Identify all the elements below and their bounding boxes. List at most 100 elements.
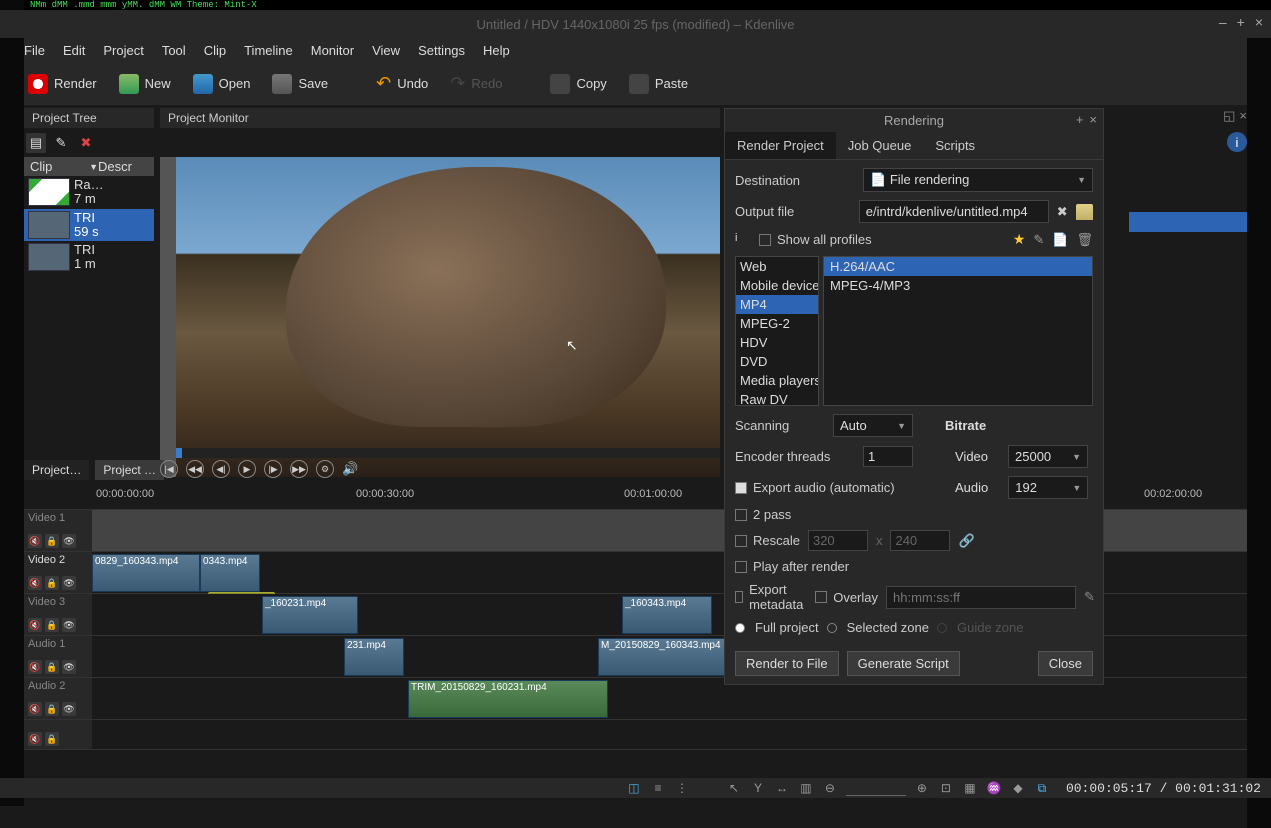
- monitor-preview[interactable]: ↖: [160, 157, 720, 477]
- new-profile-icon[interactable]: 📄: [1052, 232, 1068, 248]
- paste-button[interactable]: Paste: [625, 72, 692, 96]
- maximize-icon[interactable]: +: [1237, 14, 1245, 30]
- timeline-clip[interactable]: 0829_160343.mp4: [92, 554, 200, 592]
- markers-icon[interactable]: ◆: [1010, 780, 1026, 796]
- link-icon[interactable]: 🔗: [958, 533, 974, 549]
- encoder-threads-input[interactable]: [863, 446, 913, 467]
- show-all-profiles-check[interactable]: Show all profiles: [759, 232, 872, 247]
- lock-icon[interactable]: 🔒: [45, 534, 59, 548]
- mute-icon[interactable]: 🔇: [28, 660, 42, 674]
- save-button[interactable]: Save: [268, 72, 332, 96]
- eye-icon[interactable]: 👁: [62, 534, 76, 548]
- track-spare[interactable]: 🔇🔒: [24, 720, 1247, 750]
- destination-combo[interactable]: 📄 File rendering▼: [863, 168, 1093, 192]
- list-item[interactable]: MPEG-2: [736, 314, 818, 333]
- panel-close-icon[interactable]: ×: [1239, 108, 1247, 124]
- export-metadata-check[interactable]: Export metadata: [735, 582, 807, 612]
- lock-icon[interactable]: 🔒: [45, 660, 59, 674]
- zoom-in-icon[interactable]: ⊕: [914, 780, 930, 796]
- list-item[interactable]: DVD: [736, 352, 818, 371]
- play-icon[interactable]: ▶: [238, 460, 256, 478]
- tool-razor-icon[interactable]: ≡: [650, 780, 666, 796]
- mute-icon[interactable]: 🔇: [28, 732, 42, 746]
- overlay-edit-icon[interactable]: ✎: [1084, 589, 1095, 605]
- volume-icon[interactable]: 🔊: [342, 461, 358, 477]
- list-item[interactable]: MP4: [736, 295, 818, 314]
- overlay-input[interactable]: [886, 586, 1076, 609]
- list-item[interactable]: Web: [736, 257, 818, 276]
- eye-icon[interactable]: 👁: [62, 660, 76, 674]
- eye-icon[interactable]: 👁: [62, 576, 76, 590]
- info-icon[interactable]: i: [735, 232, 751, 248]
- goto-start-icon[interactable]: |◀: [160, 460, 178, 478]
- timeline-clip[interactable]: _160231.mp4: [262, 596, 358, 634]
- move-tool-icon[interactable]: ↔: [774, 780, 790, 796]
- two-pass-check[interactable]: 2 pass: [735, 507, 1093, 522]
- waveform-icon[interactable]: ♒: [986, 780, 1002, 796]
- play-after-check[interactable]: Play after render: [735, 559, 1093, 574]
- tool-spacer-icon[interactable]: ⋮: [674, 780, 690, 796]
- step-fwd-icon[interactable]: |▶: [264, 460, 282, 478]
- menu-help[interactable]: Help: [483, 43, 510, 58]
- menu-settings[interactable]: Settings: [418, 43, 465, 58]
- desc-column[interactable]: Descr: [98, 159, 148, 174]
- zoom-slider[interactable]: [846, 780, 906, 796]
- video-bitrate-combo[interactable]: 25000▼: [1008, 445, 1088, 468]
- snap-icon[interactable]: ▥: [798, 780, 814, 796]
- tab-scripts[interactable]: Scripts: [923, 132, 987, 159]
- copy-button[interactable]: Copy: [546, 72, 610, 96]
- eye-icon[interactable]: 👁: [62, 618, 76, 632]
- snap-points-icon[interactable]: ⧉: [1034, 780, 1050, 796]
- cut-tool-icon[interactable]: Y: [750, 780, 766, 796]
- menu-file[interactable]: File: [24, 43, 45, 58]
- zoom-out-icon[interactable]: ⊖: [822, 780, 838, 796]
- menu-edit[interactable]: Edit: [63, 43, 85, 58]
- step-back-icon[interactable]: ◀|: [212, 460, 230, 478]
- lock-icon[interactable]: 🔒: [45, 618, 59, 632]
- scanning-combo[interactable]: Auto▼: [833, 414, 913, 437]
- thumbnails-icon[interactable]: ▦: [962, 780, 978, 796]
- timeline-clip[interactable]: 231.mp4: [344, 638, 404, 676]
- profile-category-list[interactable]: Web Mobile devices MP4 MPEG-2 HDV DVD Me…: [735, 256, 819, 406]
- zoom-fit-icon[interactable]: ⊡: [938, 780, 954, 796]
- export-audio-check[interactable]: Export audio (automatic): [735, 480, 935, 495]
- tool-select-icon[interactable]: ◫: [626, 780, 642, 796]
- list-item[interactable]: Mobile devices: [736, 276, 818, 295]
- menu-monitor[interactable]: Monitor: [311, 43, 354, 58]
- codec-list[interactable]: H.264/AAC MPEG-4/MP3: [823, 256, 1093, 406]
- close-icon[interactable]: ×: [1255, 14, 1263, 30]
- tab-job-queue[interactable]: Job Queue: [836, 132, 924, 159]
- forward-icon[interactable]: ▶▶: [290, 460, 308, 478]
- edit-profile-icon[interactable]: ✎: [1033, 232, 1044, 248]
- tab-project-tree[interactable]: Project…: [24, 460, 89, 480]
- output-file-input[interactable]: [859, 200, 1049, 223]
- menu-tool[interactable]: Tool: [162, 43, 186, 58]
- rescale-check[interactable]: Rescale: [735, 533, 800, 548]
- favorite-icon[interactable]: ★: [1013, 231, 1026, 248]
- dialog-float-icon[interactable]: +: [1076, 112, 1084, 127]
- overlay-check[interactable]: Overlay: [815, 590, 878, 605]
- timeline-clip[interactable]: TRIM_20150829_160231.mp4: [408, 680, 608, 718]
- mute-icon[interactable]: 🔇: [28, 576, 42, 590]
- new-button[interactable]: New: [115, 72, 175, 96]
- delete-clip-icon[interactable]: ✖: [76, 133, 96, 153]
- info-icon[interactable]: i: [1227, 132, 1247, 152]
- settings-icon[interactable]: ⚙: [316, 460, 334, 478]
- mute-icon[interactable]: 🔇: [28, 618, 42, 632]
- list-item[interactable]: Raw DV: [736, 390, 818, 406]
- clip-item[interactable]: Ra…7 m: [24, 176, 154, 209]
- rescale-width-input[interactable]: [808, 530, 868, 551]
- rewind-icon[interactable]: ◀◀: [186, 460, 204, 478]
- clip-column[interactable]: Clip ▼: [30, 159, 98, 174]
- selected-zone-radio[interactable]: Selected zone: [827, 620, 929, 635]
- list-item[interactable]: HDV: [736, 333, 818, 352]
- tab-render-project[interactable]: Render Project: [725, 132, 836, 159]
- full-project-radio[interactable]: Full project: [735, 620, 819, 635]
- cursor-tool-icon[interactable]: ↖: [726, 780, 742, 796]
- browse-icon[interactable]: [1076, 204, 1093, 220]
- list-item[interactable]: MPEG-4/MP3: [824, 276, 1092, 295]
- timeline-clip[interactable]: 0343.mp4: [200, 554, 260, 592]
- menu-view[interactable]: View: [372, 43, 400, 58]
- open-button[interactable]: Open: [189, 72, 255, 96]
- list-item[interactable]: Media players: [736, 371, 818, 390]
